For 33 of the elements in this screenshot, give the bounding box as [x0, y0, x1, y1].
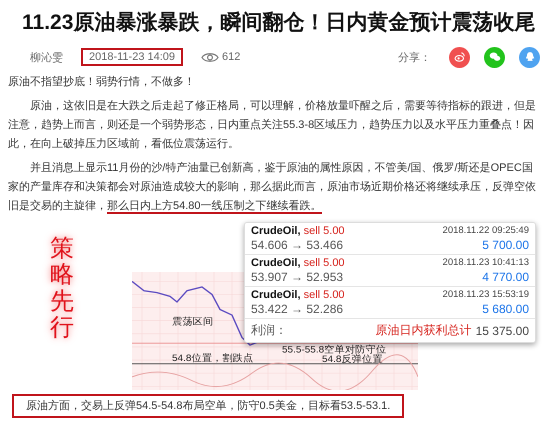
- weibo-share-icon[interactable]: [449, 46, 470, 68]
- qq-share-icon[interactable]: [519, 46, 540, 68]
- chart-label: 54.8反弹位置: [322, 354, 383, 365]
- trade-profit: 4 770.00: [481, 270, 529, 284]
- view-count: 612: [222, 51, 240, 63]
- chart-label: 55.5-55.8空单对防守位: [282, 344, 386, 356]
- slogan-text: 策略先行: [50, 236, 74, 342]
- trade-symbol: CrudeOil, sell 5.00: [251, 289, 346, 301]
- trade-prices: 53.422 → 52.286: [251, 302, 344, 316]
- chart-label: 54.8位置，割跌点: [172, 353, 254, 364]
- trade-profit: 5 700.00: [481, 238, 529, 252]
- trade-profit: 5 680.00: [481, 302, 529, 316]
- trade-time: 2018.11.23 15:53:19: [442, 289, 529, 301]
- share-label: 分享：: [398, 50, 431, 64]
- trade-prices: 54.606 → 53.466: [251, 238, 344, 252]
- trade-symbol: CrudeOil, sell 5.00: [251, 225, 346, 237]
- chart-label: 震荡区间: [172, 316, 214, 328]
- profit-note: 原油日内获利总计: [376, 322, 472, 339]
- profit-total: 15 375.00: [476, 324, 529, 338]
- author-name: 柳沁雯: [30, 50, 63, 64]
- article-paragraph: 原油不指望抄底！弱势行情，不做多！: [8, 74, 196, 90]
- trade-time: 2018.11.22 09:25:49: [442, 225, 529, 237]
- article-paragraph: 原油，这依旧是在大跌之后走起了修正格局，可以理解，价格放量吓醒之后，需要等待指标的跟进，但是注意，趋势上而言，则还是一个弱势形态，日内重点关注55.3-8区域压力，趋势压力以及水平压力重叠点！因此，在向上破掉压力区域前，看低位震荡运行。: [8, 98, 537, 152]
- article-title: 11.23原油暴涨暴跌，瞬间翻仓！日内黄金预计震荡收尾: [22, 10, 536, 36]
- publish-date: 2018-11-23 14:09: [81, 48, 184, 66]
- trade-symbol: CrudeOil, sell 5.00: [251, 257, 346, 269]
- profit-label: 利润：: [251, 322, 287, 339]
- wechat-share-icon[interactable]: [484, 46, 505, 68]
- article-paragraph: 并且消息上显示11月份的沙/特产油量已创新高，鉴于原油的属性原因，不管美/国、俄罗/斯还是OPEC国家的产量库存和决策都会对原油造成较大的影响，那么据此而言，原油市场近期价格还将继续承压，反弹空依旧是交易的主旋律，那么日内上方54.80一线压制之下继续看跌。: [8, 160, 537, 216]
- trade-prices: 53.907 → 52.953: [251, 270, 344, 284]
- eye-icon: [201, 52, 220, 62]
- trade-time: 2018.11.23 10:41:13: [442, 257, 529, 269]
- conclusion-text: 原油方面，交易上反弹54.5-54.8布局空单，防守0.5美金，目标看53.5-53.1.: [12, 394, 404, 418]
